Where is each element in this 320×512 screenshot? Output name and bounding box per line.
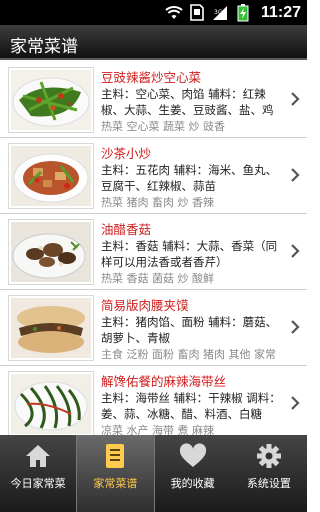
- chevron-right-icon: [291, 168, 300, 182]
- recipe-list-item[interactable]: 豆豉辣酱炒空心菜 主料：空心菜、肉馅 辅料：红辣椒、大蒜、生姜、豆豉酱、盐、鸡精…: [0, 62, 307, 138]
- recipe-thumbnail: [8, 143, 94, 209]
- recipe-thumbnail: [8, 67, 94, 133]
- recipe-title: 油醋香菇: [101, 222, 152, 237]
- chevron-right-icon: [291, 244, 300, 258]
- recipe-thumbnail: [8, 219, 94, 285]
- recipe-tags: 热菜 空心菜 蔬菜 炒 豉香: [101, 120, 225, 133]
- gear-icon: [256, 444, 281, 468]
- home-icon: [26, 445, 51, 467]
- recipe-title: 沙茶小炒: [101, 146, 152, 161]
- recipe-thumbnail: [8, 371, 94, 435]
- recipe-list-item[interactable]: 沙茶小炒 主料：五花肉 辅料：海米、鱼丸、豆腐干、红辣椒、蒜苗 热菜 猪肉 畜肉…: [0, 138, 307, 214]
- bottom-nav: 今日家常菜 家常菜谱 我的收藏 系统设置: [0, 435, 307, 512]
- tab-settings[interactable]: 系统设置: [231, 435, 307, 512]
- wifi-icon: [165, 4, 183, 22]
- chevron-right-icon: [291, 92, 300, 106]
- recipe-ingredients: 主料：香菇 辅料：大蒜、香菜（同样可以用法香或者香芹）: [101, 239, 278, 269]
- stir-fried-water-spinach-photo: [11, 70, 91, 130]
- svg-text:3G: 3G: [214, 9, 223, 16]
- status-time: 11:27: [260, 3, 301, 21]
- meat-sandwich-bun-photo: [11, 298, 91, 358]
- recipe-tags: 凉菜 水产 海带 煮 麻辣: [101, 424, 214, 435]
- battery-charging-icon: [234, 3, 252, 22]
- recipe-ingredients: 主料：空心菜、肉馅 辅料：红辣椒、大蒜、生姜、豆豉酱、盐、鸡精: [101, 87, 274, 117]
- recipe-list-item[interactable]: 简易版肉腰夹馍 主料：猪肉馅、面粉 辅料：蘑菇、胡萝卜、青椒 主食 泛粉 面粉 …: [0, 290, 307, 366]
- vinegar-mushroom-photo: [11, 222, 91, 282]
- recipe-thumbnail: [8, 295, 94, 361]
- recipe-title: 解馋佑餐的麻辣海带丝: [101, 374, 227, 389]
- sd-card-icon: [188, 4, 206, 22]
- recipe-title: 豆豉辣酱炒空心菜: [101, 70, 202, 85]
- recipe-ingredients: 主料：海带丝 辅料：干辣椒 调料：姜、蒜、冰糖、醋、料酒、白糖: [101, 391, 281, 421]
- tab-today-home-cooking[interactable]: 今日家常菜: [0, 435, 76, 512]
- recipe-list-item[interactable]: 油醋香菇 主料：香菇 辅料：大蒜、香菜（同样可以用法香或者香芹） 热菜 香菇 菌…: [0, 214, 307, 290]
- page-title: 家常菜谱: [10, 37, 78, 57]
- recipe-list[interactable]: 豆豉辣酱炒空心菜 主料：空心菜、肉馅 辅料：红辣椒、大蒜、生姜、豆豉酱、盐、鸡精…: [0, 62, 307, 435]
- tab-my-favorites[interactable]: 我的收藏: [155, 435, 231, 512]
- tab-label: 系统设置: [246, 477, 291, 490]
- recipe-ingredients: 主料：五花肉 辅料：海米、鱼丸、豆腐干、红辣椒、蒜苗: [101, 163, 278, 193]
- recipe-title: 简易版肉腰夹馍: [101, 298, 189, 313]
- recipe-ingredients: 主料：猪肉馅、面粉 辅料：蘑菇、胡萝卜、青椒: [101, 315, 278, 345]
- status-bar: 3G 11:27: [0, 0, 307, 25]
- cell-signal-icon: 3G: [211, 4, 229, 22]
- spicy-kelp-shreds-photo: [11, 374, 91, 434]
- shacha-stir-fry-photo: [11, 146, 91, 206]
- tab-home-recipes[interactable]: 家常菜谱: [76, 435, 155, 512]
- recipe-list-item[interactable]: 解馋佑餐的麻辣海带丝 主料：海带丝 辅料：干辣椒 调料：姜、蒜、冰糖、醋、料酒、…: [0, 366, 307, 435]
- chevron-right-icon: [291, 320, 300, 334]
- recipe-tags: 主食 泛粉 面粉 畜肉 猪肉 其他 家常: [101, 348, 276, 361]
- chevron-right-icon: [291, 396, 300, 410]
- recipe-tags: 热菜 猪肉 畜肉 炒 香辣: [101, 196, 214, 209]
- tab-label: 家常菜谱: [93, 477, 138, 490]
- tab-label: 我的收藏: [170, 477, 215, 490]
- status-icons: 3G 11:27: [165, 3, 301, 22]
- recipe-list-icon: [106, 444, 125, 468]
- tab-label: 今日家常菜: [10, 477, 66, 490]
- title-bar: 家常菜谱: [0, 25, 307, 60]
- recipe-tags: 热菜 香菇 菌菇 炒 酸鲜: [101, 272, 214, 285]
- heart-icon: [179, 443, 206, 467]
